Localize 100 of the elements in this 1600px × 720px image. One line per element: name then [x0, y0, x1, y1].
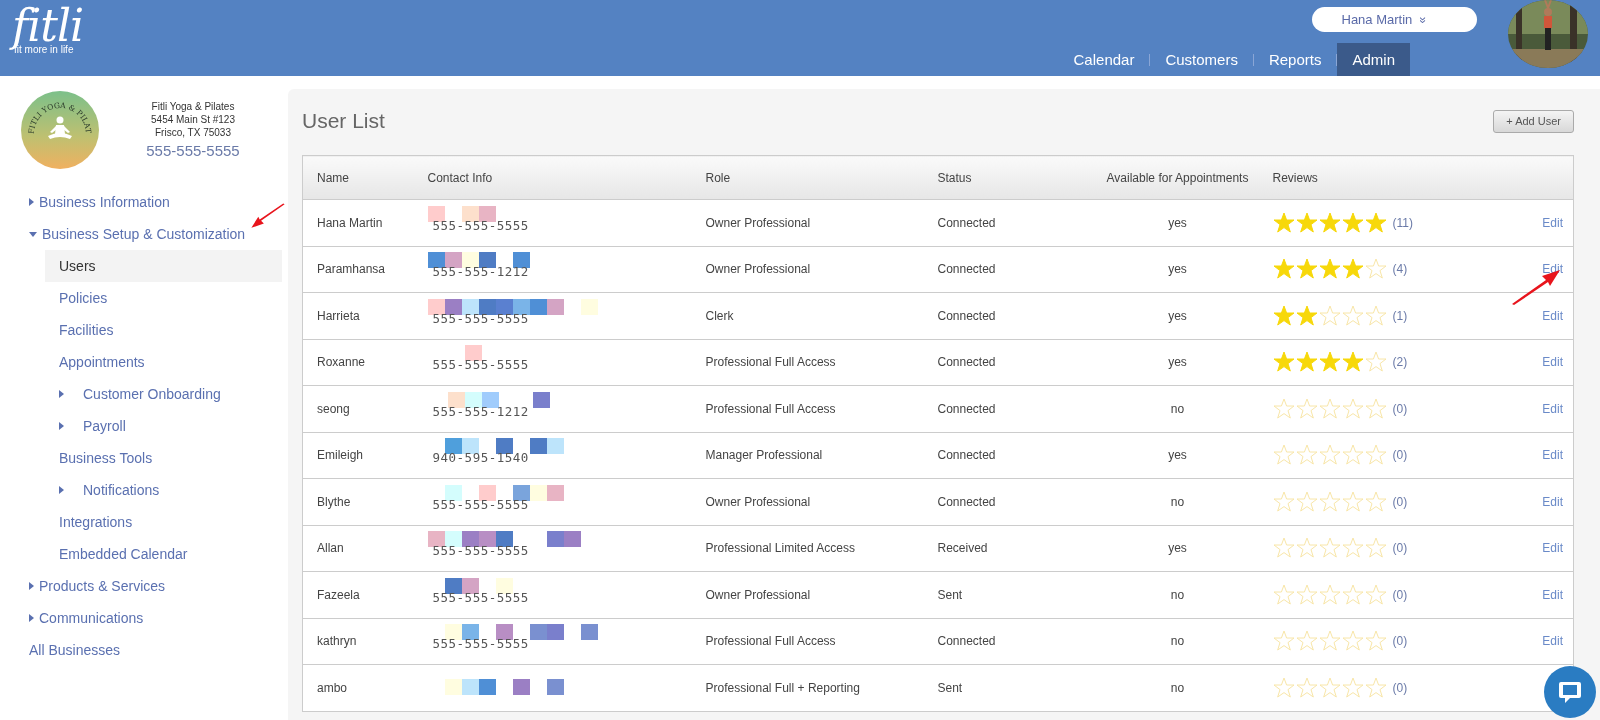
filled-star-icon: [1295, 211, 1318, 234]
role-cell: Professional Full Access: [705, 339, 938, 386]
availability-cell: yes: [1082, 432, 1273, 479]
business-city: Frisco, TX 75033: [155, 126, 231, 139]
status-cell: Connected: [937, 292, 1083, 339]
filled-star-icon: [1318, 211, 1341, 234]
caret-icon: [29, 614, 34, 622]
caret-icon: [59, 486, 64, 494]
edit-link[interactable]: Edit: [1542, 308, 1563, 323]
empty-star-icon: [1295, 630, 1318, 653]
filled-star-icon: [1295, 304, 1318, 327]
edit-link[interactable]: Edit: [1542, 541, 1563, 556]
review-count: (2): [1392, 355, 1408, 370]
sidebar-item[interactable]: Appointments: [45, 346, 282, 378]
role-cell: Owner Professional: [705, 571, 938, 618]
status-cell: Connected: [937, 339, 1083, 386]
filled-star-icon: [1341, 211, 1364, 234]
empty-star-icon: [1364, 676, 1387, 699]
sidebar-item[interactable]: Facilities: [45, 314, 282, 346]
review-count: (0): [1392, 680, 1408, 695]
edit-link[interactable]: Edit: [1542, 494, 1563, 509]
availability-cell: yes: [1082, 339, 1273, 386]
empty-star-icon: [1341, 444, 1364, 467]
availability-cell: no: [1082, 618, 1273, 665]
name-cell: Roxanne: [302, 339, 428, 386]
sidebar-item[interactable]: All Businesses: [0, 634, 282, 666]
empty-star-icon: [1364, 583, 1387, 606]
empty-star-icon: [1318, 490, 1341, 513]
nav-tab[interactable]: Customers: [1150, 43, 1253, 76]
review-count: (11): [1392, 215, 1413, 230]
column-header: Contact Info: [427, 155, 706, 200]
filled-star-icon: [1364, 211, 1387, 234]
empty-star-icon: [1295, 676, 1318, 699]
empty-star-icon: [1272, 444, 1295, 467]
empty-star-icon: [1295, 444, 1318, 467]
empty-star-icon: [1341, 676, 1364, 699]
filled-star-icon: [1341, 351, 1364, 374]
add-user-button[interactable]: + Add User: [1493, 109, 1574, 133]
role-cell: Professional Full Access: [705, 385, 938, 432]
status-cell: Connected: [937, 432, 1083, 479]
name-cell: Emileigh: [302, 432, 428, 479]
nav-tab[interactable]: Reports: [1253, 43, 1337, 76]
empty-star-icon: [1341, 397, 1364, 420]
role-cell: Owner Professional: [705, 199, 938, 246]
empty-star-icon: [1341, 583, 1364, 606]
role-cell: Clerk: [705, 292, 938, 339]
speech-bubble-icon: [1557, 679, 1583, 705]
sidebar-item[interactable]: Integrations: [45, 506, 282, 538]
nav-tab[interactable]: Admin: [1337, 43, 1410, 76]
redacted-email-drawing: [444, 577, 513, 594]
filled-star-icon: [1272, 211, 1295, 234]
review-count: (0): [1392, 541, 1408, 556]
edit-link[interactable]: Edit: [1542, 262, 1563, 277]
sidebar-item[interactable]: Communications: [0, 602, 282, 634]
availability-cell: no: [1082, 478, 1273, 525]
empty-star-icon: [1295, 583, 1318, 606]
edit-link[interactable]: Edit: [1542, 587, 1563, 602]
business-address: 5454 Main St #123: [151, 113, 235, 126]
availability-cell: yes: [1082, 199, 1273, 246]
filled-star-icon: [1341, 258, 1364, 281]
business-phone: 555-555-5555: [146, 142, 240, 160]
sidebar-item[interactable]: Business Tools: [45, 442, 282, 474]
sidebar-item[interactable]: Customer Onboarding: [45, 378, 282, 410]
edit-link[interactable]: Edit: [1542, 448, 1563, 463]
empty-star-icon: [1295, 490, 1318, 513]
role-cell: Professional Limited Access: [705, 525, 938, 572]
nav-tab[interactable]: Calendar: [1058, 43, 1150, 76]
empty-star-icon: [1272, 490, 1295, 513]
status-cell: Connected: [937, 478, 1083, 525]
filled-star-icon: [1318, 351, 1341, 374]
filled-star-icon: [1295, 258, 1318, 281]
sidebar-item[interactable]: Payroll: [45, 410, 282, 442]
sidebar-item[interactable]: Policies: [45, 282, 282, 314]
empty-star-icon: [1318, 630, 1341, 653]
sidebar-item[interactable]: Embedded Calendar: [45, 538, 282, 570]
sidebar-item[interactable]: Users: [45, 250, 282, 282]
edit-link[interactable]: Edit: [1542, 634, 1563, 649]
sidebar-item[interactable]: Notifications: [45, 474, 282, 506]
caret-icon: [29, 231, 37, 237]
edit-link[interactable]: Edit: [1542, 401, 1563, 416]
name-cell: Harrieta: [302, 292, 428, 339]
review-count: (0): [1392, 401, 1408, 416]
phone-text: 940-595-1540: [432, 450, 530, 466]
filled-star-icon: [1272, 304, 1295, 327]
empty-star-icon: [1364, 304, 1387, 327]
user-menu[interactable]: Hana Martin »: [1311, 7, 1477, 32]
caret-icon: [59, 390, 64, 398]
edit-link[interactable]: Edit: [1542, 215, 1563, 230]
sidebar-item[interactable]: Products & Services: [0, 570, 282, 602]
empty-star-icon: [1272, 630, 1295, 653]
edit-link[interactable]: Edit: [1542, 355, 1563, 370]
empty-star-icon: [1272, 397, 1295, 420]
empty-star-icon: [1364, 397, 1387, 420]
role-cell: Manager Professional: [705, 432, 938, 479]
empty-star-icon: [1318, 583, 1341, 606]
business-name: Fitli Yoga & Pilates: [151, 100, 235, 113]
review-count: (0): [1392, 494, 1408, 509]
name-cell: kathryn: [302, 618, 428, 665]
empty-star-icon: [1341, 490, 1364, 513]
review-count: (1): [1392, 308, 1408, 323]
